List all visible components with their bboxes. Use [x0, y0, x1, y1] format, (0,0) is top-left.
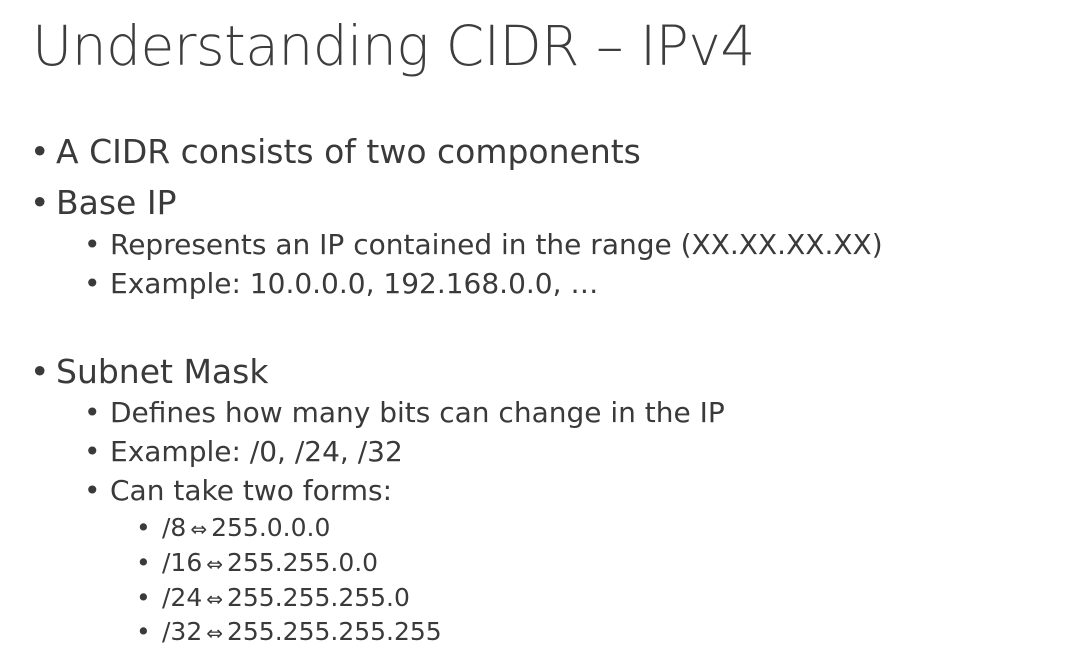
bullet-icon: • [30, 132, 50, 171]
double-arrow-icon: ⇔ [206, 587, 223, 611]
bullet-base-ip: • Base IP [30, 183, 176, 222]
bullet-icon: • [84, 396, 101, 429]
slide: Understanding CIDR – IPv4 • A CIDR consi… [0, 0, 1078, 670]
bullet-icon: • [136, 548, 151, 577]
bullet-icon: • [84, 228, 101, 261]
cidr-notation: /16 [162, 548, 203, 577]
bullet-intro: • A CIDR consists of two components [30, 132, 641, 171]
bullet-icon: • [30, 183, 50, 222]
slide-title: Understanding CIDR – IPv4 [32, 14, 755, 78]
bullet-subnet-mask: • Subnet Mask [30, 352, 268, 391]
bullet-icon: • [84, 474, 101, 507]
sub-bullet-base-ip-2: • Example: 10.0.0.0, 192.168.0.0, … [84, 267, 598, 300]
subnet-mask-value: 255.0.0.0 [211, 513, 331, 542]
bullet-heading: Subnet Mask [56, 352, 269, 391]
bullet-icon: • [84, 267, 101, 300]
double-arrow-icon: ⇔ [206, 621, 223, 645]
sub-bullet-subnet-3: • Can take two forms: [84, 474, 392, 507]
bullet-icon: • [30, 352, 50, 391]
double-arrow-icon: ⇔ [190, 517, 208, 541]
bullet-text: Example: /0, /24, /32 [110, 435, 403, 468]
bullet-icon: • [136, 583, 151, 612]
sub-bullet-subnet-2: • Example: /0, /24, /32 [84, 435, 403, 468]
sub-bullet-base-ip-1: • Represents an IP contained in the rang… [84, 228, 883, 261]
bullet-text: Can take two forms: [110, 474, 393, 507]
form-item: • /16 ⇔ 255.255.0.0 [136, 548, 378, 577]
bullet-text: Represents an IP contained in the range … [110, 228, 883, 261]
form-item: • /8 ⇔ 255.0.0.0 [136, 513, 330, 542]
subnet-mask-value: 255.255.255.0 [227, 583, 410, 612]
form-item: • /32 ⇔ 255.255.255.255 [136, 617, 442, 646]
subnet-mask-value: 255.255.0.0 [227, 548, 379, 577]
form-item: • /24 ⇔ 255.255.255.0 [136, 583, 410, 612]
bullet-text: Example: 10.0.0.0, 192.168.0.0, … [110, 267, 599, 300]
bullet-icon: • [136, 617, 151, 646]
cidr-notation: /8 [162, 513, 187, 542]
cidr-notation: /24 [162, 583, 203, 612]
double-arrow-icon: ⇔ [206, 552, 223, 576]
bullet-icon: • [136, 513, 151, 542]
sub-bullet-subnet-1: • Defines how many bits can change in th… [84, 396, 725, 429]
bullet-text: A CIDR consists of two components [56, 132, 641, 171]
subnet-mask-value: 255.255.255.255 [227, 617, 442, 646]
bullet-text: Defines how many bits can change in the … [110, 396, 725, 429]
cidr-notation: /32 [162, 617, 203, 646]
bullet-heading: Base IP [56, 183, 177, 222]
bullet-icon: • [84, 435, 101, 468]
